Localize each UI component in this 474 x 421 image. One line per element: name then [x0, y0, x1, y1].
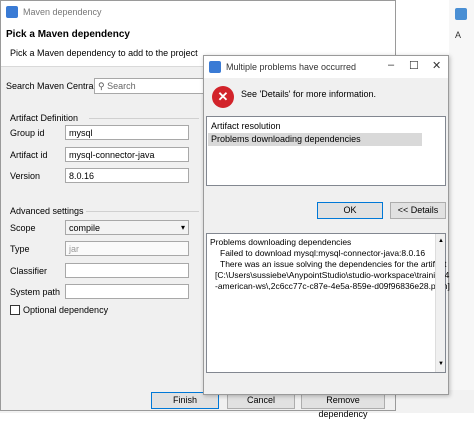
- maven-dialog-titlebar[interactable]: Maven dependency: [1, 1, 395, 23]
- scope-value: compile: [69, 223, 101, 233]
- type-field[interactable]: jar: [65, 241, 189, 256]
- details-scrollbar[interactable]: ▲ ▼: [435, 234, 445, 372]
- system-path-label: System path: [10, 287, 61, 297]
- problems-dialog-title: Multiple problems have occurred: [226, 62, 357, 72]
- list-item-label: Problems downloading dependencies: [211, 134, 361, 144]
- scroll-up-icon[interactable]: ▲: [438, 236, 444, 247]
- optional-dependency-checkbox[interactable]: [10, 305, 20, 315]
- ide-background-panel: A: [449, 0, 474, 413]
- search-placeholder: Search: [107, 81, 136, 91]
- details-line: [C:\Users\sussiebe\AnypointStudio\studio…: [215, 270, 450, 280]
- ok-button[interactable]: OK: [317, 202, 383, 219]
- classifier-field[interactable]: [65, 263, 189, 278]
- details-line: There was an issue solving the dependenc…: [220, 259, 447, 269]
- group-id-label: Group id: [10, 128, 45, 138]
- error-icon: ✕: [212, 86, 234, 108]
- search-label: Search Maven Central: [6, 81, 96, 91]
- search-input[interactable]: ⚲ Search: [94, 78, 204, 94]
- group-divider: [89, 118, 199, 119]
- search-icon: ⚲: [98, 81, 105, 91]
- artifact-id-label: Artifact id: [10, 150, 48, 160]
- details-text-area[interactable]: Problems downloading dependencies Failed…: [206, 233, 450, 373]
- details-line: -american-ws\,2c6cc77c-c87e-4e5a-859e-d0…: [215, 281, 450, 291]
- classifier-label: Classifier: [10, 266, 48, 276]
- problems-dialog-titlebar[interactable]: Multiple problems have occurred – ☐ ✕: [204, 56, 448, 78]
- multiple-problems-dialog: Multiple problems have occurred – ☐ ✕ ✕ …: [203, 55, 450, 395]
- problems-list[interactable]: Artifact resolution Problems downloading…: [206, 116, 446, 186]
- ide-toolbar-icon[interactable]: [455, 8, 467, 20]
- version-field[interactable]: 8.0.16: [65, 168, 189, 183]
- advanced-settings-legend: Advanced settings: [10, 206, 84, 216]
- scope-label: Scope: [10, 223, 36, 233]
- maximize-icon[interactable]: ☐: [409, 59, 419, 72]
- header-subtitle: Pick a Maven dependency to add to the pr…: [10, 48, 198, 58]
- system-path-field[interactable]: [65, 284, 189, 299]
- version-label: Version: [10, 171, 41, 181]
- list-item-selected[interactable]: Problems downloading dependencies: [208, 133, 422, 146]
- header-title: Pick a Maven dependency: [6, 29, 130, 40]
- ide-fragment-text: A: [455, 30, 462, 40]
- list-item[interactable]: Artifact resolution: [211, 121, 281, 131]
- minimize-icon[interactable]: –: [388, 59, 394, 71]
- details-line: Failed to download mysql:mysql-connector…: [220, 248, 426, 258]
- app-icon: [209, 61, 221, 73]
- scroll-down-icon[interactable]: ▼: [438, 359, 444, 370]
- artifact-definition-legend: Artifact Definition: [10, 113, 79, 123]
- problems-message: See 'Details' for more information.: [241, 89, 376, 99]
- artifact-id-field[interactable]: mysql-connector-java: [65, 147, 189, 162]
- optional-dependency-label: Optional dependency: [23, 305, 109, 315]
- type-label: Type: [10, 244, 30, 254]
- group-id-field[interactable]: mysql: [65, 125, 189, 140]
- app-icon: [6, 6, 18, 18]
- group-divider: [86, 211, 199, 212]
- details-button[interactable]: << Details: [390, 202, 446, 219]
- close-icon[interactable]: ✕: [432, 59, 441, 72]
- scope-select[interactable]: compile ▾: [65, 220, 189, 235]
- details-line: Problems downloading dependencies: [210, 237, 352, 247]
- chevron-down-icon: ▾: [180, 223, 185, 232]
- maven-dialog-title: Maven dependency: [23, 7, 102, 17]
